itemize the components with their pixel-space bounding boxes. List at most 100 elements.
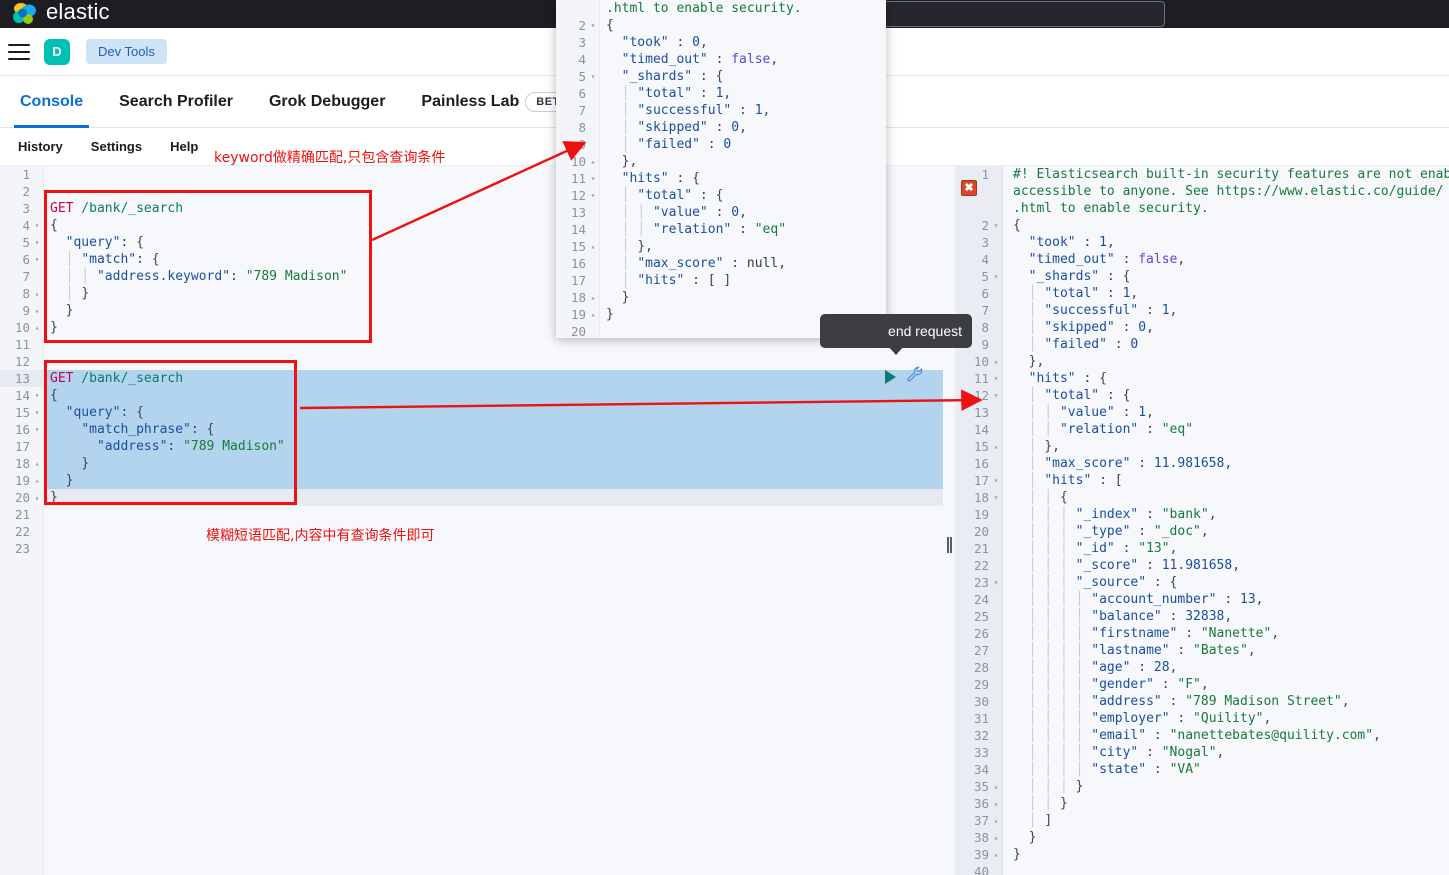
code-line: 14 │ │ "relation" : "eq" — [556, 221, 886, 238]
code-line-text: │ │ │ } — [1013, 779, 1084, 794]
history-button[interactable]: History — [4, 139, 77, 154]
help-button[interactable]: Help — [156, 139, 212, 154]
line-number: 15 — [973, 439, 989, 454]
code-line-text: │ "total" : { — [1013, 388, 1131, 403]
fold-toggle-icon[interactable]: ▴ — [991, 778, 1001, 795]
fold-toggle-icon[interactable]: ▾ — [32, 217, 42, 234]
fold-toggle-icon[interactable]: ▾ — [991, 574, 1001, 591]
fold-toggle-icon[interactable]: ▴ — [588, 289, 598, 306]
code-line: 15 ▾ "query": { — [0, 404, 943, 421]
tab-search-profiler[interactable]: Search Profiler — [101, 76, 251, 128]
fold-toggle-icon[interactable]: ▴ — [991, 438, 1001, 455]
code-line: 17 ▾ │ "hits" : [ — [955, 472, 1449, 489]
line-number: 15 — [570, 239, 586, 254]
line-number: 19 — [570, 307, 586, 322]
code-line: 17 │ "hits" : [ ] — [556, 272, 886, 289]
response-code-lines: 1 #! Elasticsearch built-in security feat… — [955, 166, 1449, 875]
fold-toggle-icon[interactable]: ▾ — [991, 387, 1001, 404]
line-number: 2 — [981, 218, 989, 233]
line-number: 33 — [973, 745, 989, 760]
fold-toggle-icon[interactable]: ▾ — [991, 370, 1001, 387]
fold-toggle-icon[interactable]: ▴ — [32, 455, 42, 472]
tab-console[interactable]: Console — [2, 76, 101, 128]
code-line-text: "hits" : { — [621, 171, 700, 186]
fold-toggle-icon[interactable]: ▾ — [32, 251, 42, 268]
code-line-text: #! Elasticsearch built-in security featu… — [1013, 167, 1449, 182]
code-line-text: │ │ │ │ "account_number" : 13, — [1013, 592, 1264, 607]
code-line: 3 "took" : 0, — [556, 34, 886, 51]
code-line: 10 ▴ }, — [556, 153, 886, 170]
code-line-text: │ │ │ │ "city" : "Nogal", — [1013, 745, 1225, 760]
fold-toggle-icon[interactable]: ▾ — [991, 217, 1001, 234]
fold-toggle-icon[interactable]: ▴ — [588, 238, 598, 255]
error-icon[interactable]: ✖ — [961, 180, 977, 196]
fold-toggle-icon[interactable]: ▾ — [32, 404, 42, 421]
fold-toggle-icon[interactable]: ▾ — [991, 489, 1001, 506]
code-line-text: │ │ │ │ "firstname" : "Nanette", — [1013, 626, 1280, 641]
code-line-text: "query": { — [65, 235, 144, 250]
line-number: 8 — [22, 286, 30, 301]
code-line-text: │ "successful" : 1, — [1013, 303, 1178, 318]
play-icon[interactable] — [885, 369, 896, 384]
code-line: 20 ▴} — [0, 489, 943, 506]
line-number: 5 — [981, 269, 989, 284]
fold-toggle-icon[interactable]: ▾ — [588, 68, 598, 85]
fold-toggle-icon[interactable]: ▴ — [991, 795, 1001, 812]
space-avatar[interactable]: D — [44, 38, 70, 65]
response-editor[interactable]: 1 #! Elasticsearch built-in security feat… — [955, 166, 1449, 875]
code-line: 40 — [955, 863, 1449, 875]
code-line: 25 │ │ │ │ "balance" : 32838, — [955, 608, 1449, 625]
fold-toggle-icon[interactable]: ▴ — [991, 829, 1001, 846]
code-line-text: │ "failed" : 0 — [1013, 337, 1139, 352]
hamburger-menu-icon[interactable] — [8, 43, 30, 60]
line-number: 23 — [14, 541, 30, 556]
breadcrumb-dev-tools[interactable]: Dev Tools — [86, 39, 167, 64]
fold-toggle-icon[interactable]: ▾ — [32, 421, 42, 438]
fold-toggle-icon[interactable]: ▴ — [32, 489, 42, 506]
tab-grok-debugger[interactable]: Grok Debugger — [251, 76, 403, 128]
code-line: 29 │ │ │ │ "gender" : "F", — [955, 676, 1449, 693]
code-line: 36 ▴ │ │ } — [955, 795, 1449, 812]
code-line-text: │ │ "address": "789 Madison" — [50, 439, 285, 454]
annotation-text-bottom: 模糊短语匹配,内容中有查询条件即可 — [206, 528, 435, 544]
fold-toggle-icon[interactable]: ▴ — [991, 353, 1001, 370]
line-number: 1 — [22, 167, 30, 182]
settings-button[interactable]: Settings — [77, 139, 156, 154]
fold-toggle-icon[interactable]: ▴ — [588, 306, 598, 323]
code-line: 19 ▴ } — [0, 472, 943, 489]
tab-painless-lab-label: Painless Lab — [421, 92, 520, 110]
code-line: 7 │ "successful" : 1, — [556, 102, 886, 119]
fold-toggle-icon[interactable]: ▾ — [991, 268, 1001, 285]
elastic-logo[interactable]: elastic — [0, 0, 110, 26]
code-line-text: "_shards" : { — [1028, 269, 1131, 284]
line-number: 29 — [973, 677, 989, 692]
line-number: 26 — [973, 626, 989, 641]
fold-toggle-icon[interactable]: ▴ — [32, 472, 42, 489]
fold-toggle-icon[interactable]: ▾ — [588, 17, 598, 34]
line-number: 32 — [973, 728, 989, 743]
fold-toggle-icon[interactable]: ▴ — [32, 319, 42, 336]
code-line-text: │ │ │ │ "employer" : "Quility", — [1013, 711, 1272, 726]
fold-toggle-icon[interactable]: ▾ — [32, 234, 42, 251]
line-number: 17 — [973, 473, 989, 488]
wrench-icon[interactable] — [906, 366, 924, 387]
fold-toggle-icon[interactable]: ▾ — [991, 472, 1001, 489]
fold-toggle-icon[interactable]: ▾ — [588, 187, 598, 204]
line-number: 34 — [973, 762, 989, 777]
code-line: 38 ▴ } — [955, 829, 1449, 846]
line-number: 21 — [973, 541, 989, 556]
line-number: 9 — [578, 137, 586, 152]
line-number: 31 — [973, 711, 989, 726]
fold-toggle-icon[interactable]: ▴ — [588, 153, 598, 170]
fold-toggle-icon[interactable]: ▴ — [991, 846, 1001, 863]
code-line-text: "query": { — [65, 405, 144, 420]
previous-response-popup[interactable]: .html to enable security. 2 ▾{3 "took" : 0… — [556, 0, 886, 338]
code-line: 8 │ "skipped" : 0, — [955, 319, 1449, 336]
pane-resizer[interactable] — [944, 166, 955, 875]
code-line: 21 │ │ │ "_id" : "13", — [955, 540, 1449, 557]
fold-toggle-icon[interactable]: ▴ — [32, 302, 42, 319]
fold-toggle-icon[interactable]: ▾ — [32, 387, 42, 404]
fold-toggle-icon[interactable]: ▾ — [588, 170, 598, 187]
fold-toggle-icon[interactable]: ▴ — [32, 285, 42, 302]
fold-toggle-icon[interactable]: ▴ — [991, 812, 1001, 829]
